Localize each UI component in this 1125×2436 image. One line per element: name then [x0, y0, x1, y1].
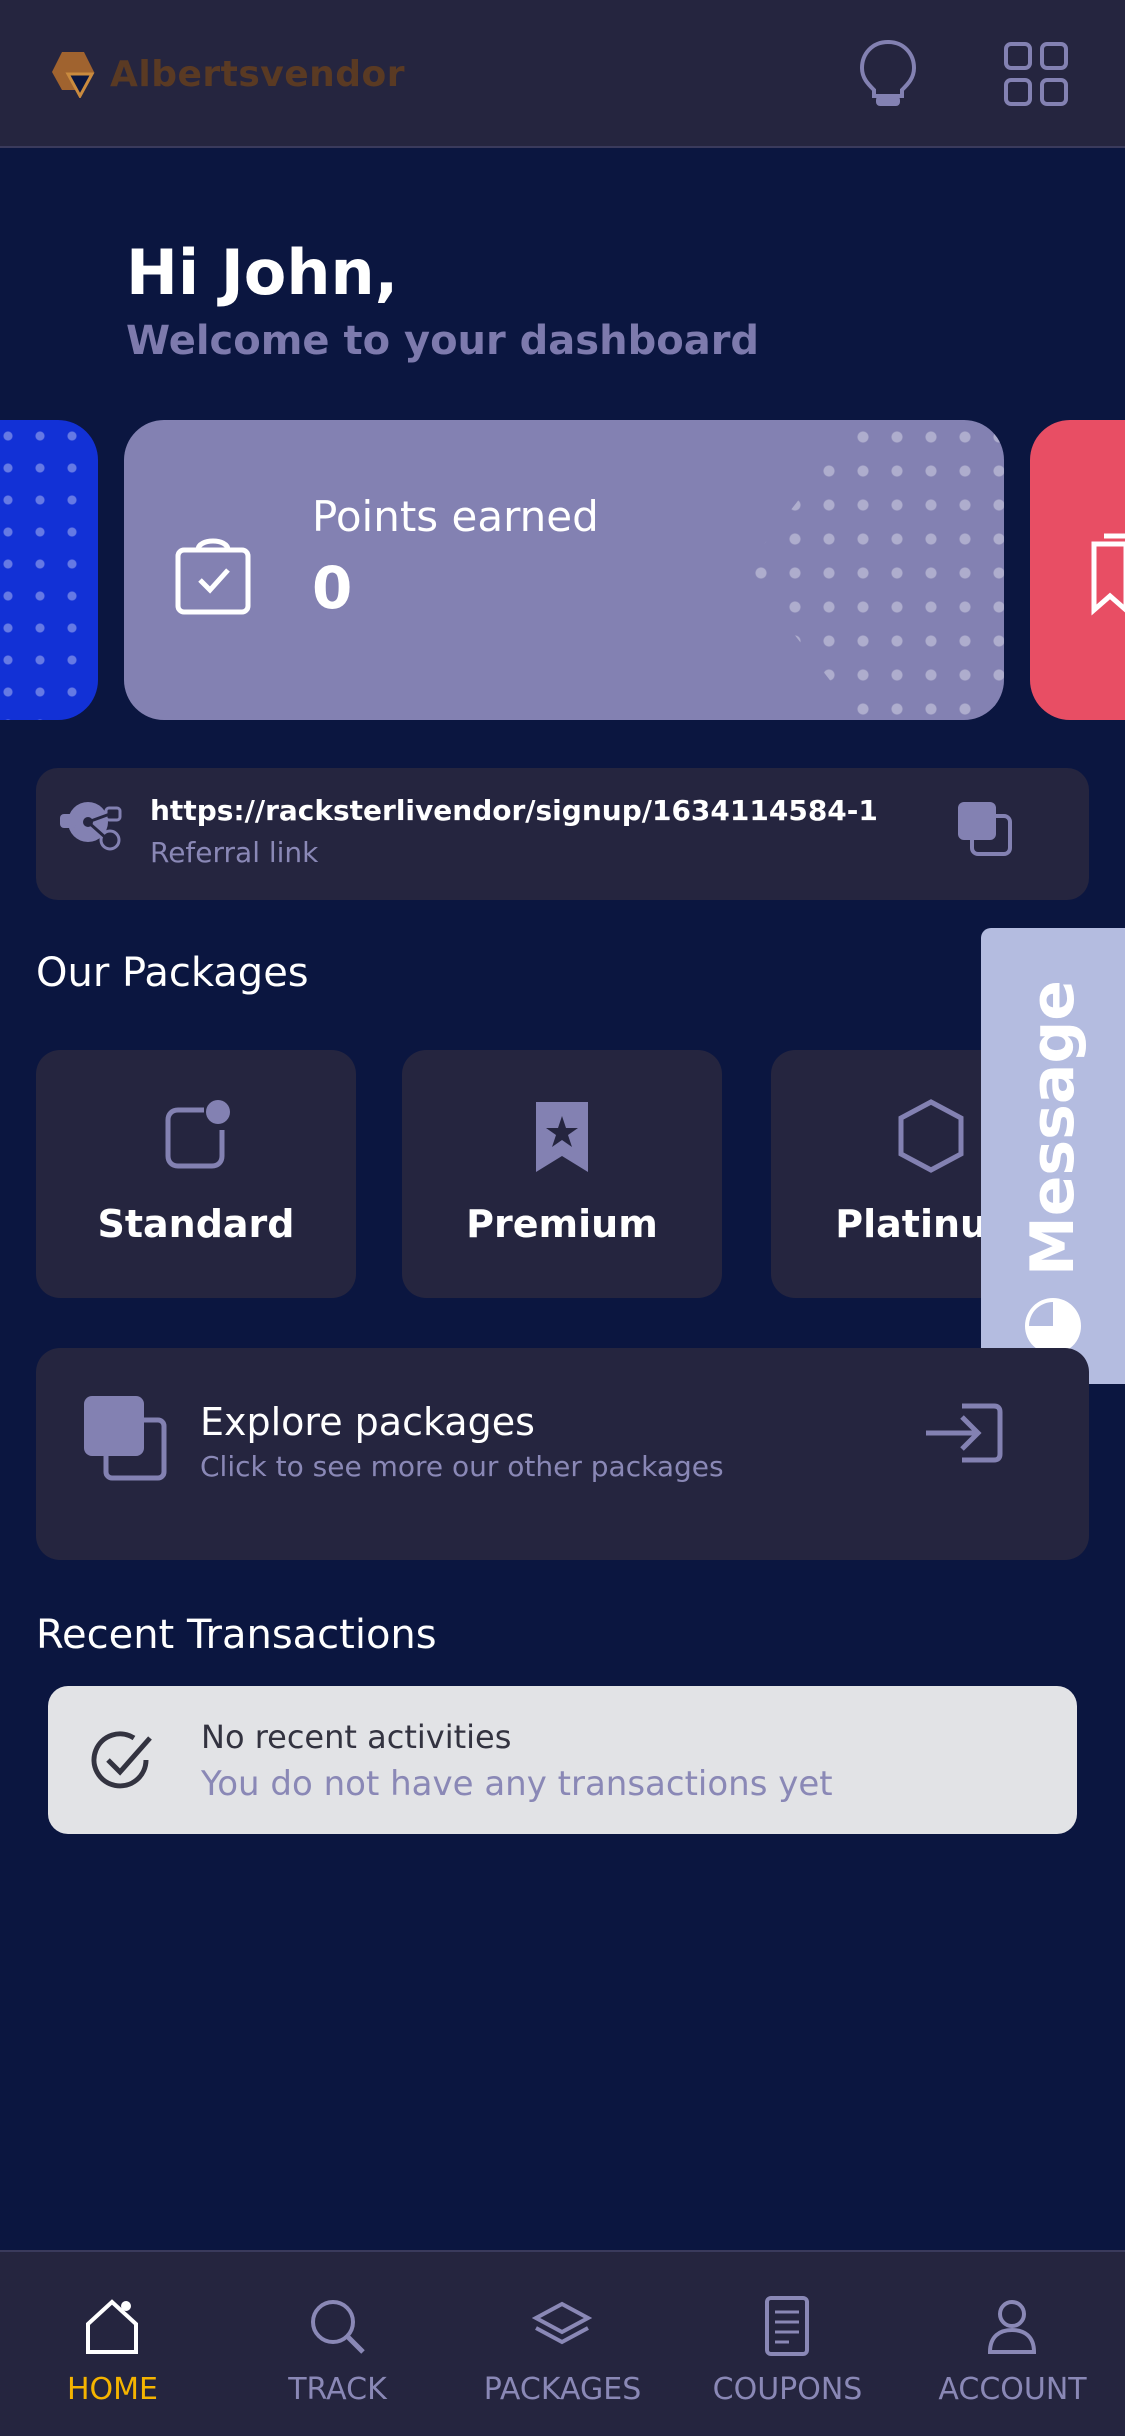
- search-icon: [311, 2300, 365, 2354]
- layers-icon: [532, 2301, 592, 2345]
- points-card[interactable]: Points earned 0: [124, 420, 1004, 720]
- package-premium[interactable]: Premium: [402, 1050, 722, 1298]
- explore-subtitle: Click to see more our other packages: [200, 1450, 724, 1483]
- check-circle-icon: [91, 1731, 152, 1789]
- packages-section-title: Our Packages: [36, 950, 309, 996]
- enter-arrow-icon[interactable]: [922, 1400, 1004, 1466]
- nav-home[interactable]: HOME: [0, 2252, 225, 2436]
- greeting-title: Hi John,: [126, 236, 399, 309]
- package-standard[interactable]: Standard: [36, 1050, 356, 1298]
- nav-label: ACCOUNT: [938, 2372, 1087, 2407]
- top-app-bar: Albertsvendor: [0, 0, 1125, 148]
- card-dot-pattern: [744, 420, 1004, 720]
- nav-label: TRACK: [288, 2372, 387, 2407]
- points-value: 0: [312, 554, 353, 622]
- bookmark-star-icon: [536, 1102, 588, 1172]
- home-icon: [86, 2299, 138, 2354]
- brand-name: Albertsvendor: [110, 53, 406, 95]
- bulb-icon[interactable]: [850, 36, 926, 112]
- empty-state-title: No recent activities: [201, 1718, 512, 1756]
- hexagon-icon: [898, 1099, 964, 1173]
- bottom-navigation: HOME TRACK PACKAGES COUPONS ACCOUNT: [0, 2250, 1125, 2436]
- nav-label: COUPONS: [712, 2372, 863, 2407]
- nav-label: HOME: [66, 2372, 158, 2407]
- nav-account[interactable]: ACCOUNT: [900, 2252, 1125, 2436]
- layers-squares-icon: [84, 1396, 167, 1481]
- message-side-tab[interactable]: Message: [981, 928, 1125, 1384]
- empty-state-subtitle: You do not have any transactions yet: [201, 1764, 833, 1804]
- bookmark-icon: [1091, 533, 1125, 616]
- greeting-subtitle: Welcome to your dashboard: [126, 318, 760, 364]
- nav-label: PACKAGES: [483, 2372, 642, 2407]
- nav-track[interactable]: TRACK: [225, 2252, 450, 2436]
- share-network-icon: [60, 802, 122, 851]
- user-icon: [987, 2300, 1037, 2354]
- referral-url: https://racksterlivendor/signup/16341145…: [150, 794, 878, 827]
- package-label: Premium: [466, 1202, 658, 1246]
- nav-coupons[interactable]: COUPONS: [675, 2252, 900, 2436]
- nav-packages[interactable]: PACKAGES: [450, 2252, 675, 2436]
- message-tab-label: Message: [1018, 980, 1088, 1276]
- grid-menu-icon[interactable]: [998, 36, 1074, 112]
- referral-label: Referral link: [150, 836, 319, 869]
- explore-packages-card[interactable]: Explore packages Click to see more our o…: [36, 1348, 1089, 1560]
- empty-transactions-card: No recent activities You do not have any…: [48, 1686, 1077, 1834]
- copy-icon[interactable]: [954, 798, 1016, 860]
- points-label: Points earned: [312, 492, 599, 541]
- shopping-bag-check-icon: [175, 538, 251, 615]
- carousel-card-next[interactable]: [1030, 420, 1125, 720]
- badge-dot-icon: [165, 1100, 230, 1169]
- package-label: Standard: [97, 1202, 295, 1246]
- explore-title: Explore packages: [200, 1400, 535, 1444]
- referral-link-card[interactable]: https://racksterlivendor/signup/16341145…: [36, 768, 1089, 900]
- document-icon: [765, 2296, 809, 2356]
- brand-logo-link[interactable]: Albertsvendor: [48, 50, 405, 98]
- transactions-section-title: Recent Transactions: [36, 1612, 437, 1658]
- brand-logo-icon: [52, 52, 95, 98]
- carousel-card-previous[interactable]: [0, 420, 98, 720]
